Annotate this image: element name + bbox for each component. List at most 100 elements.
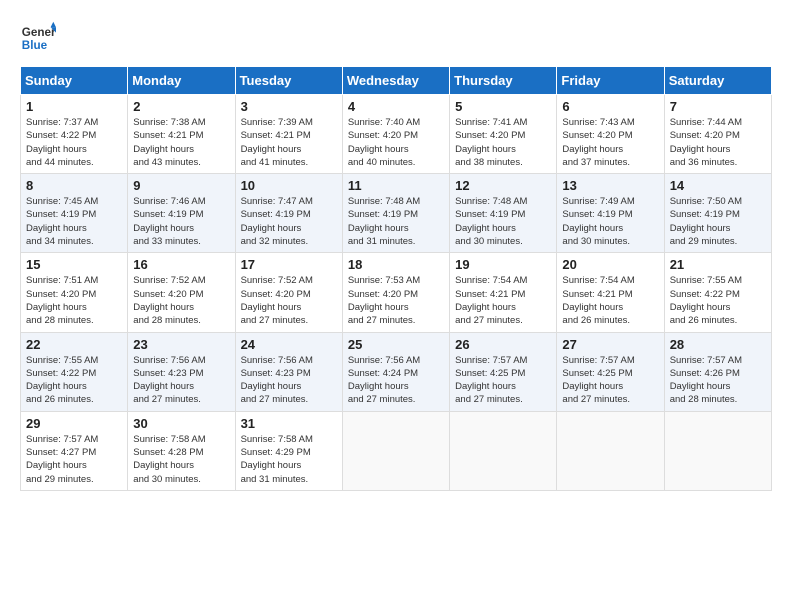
day-info: Sunrise: 7:57 AM Sunset: 4:25 PM Dayligh… [562, 354, 658, 407]
day-info: Sunrise: 7:55 AM Sunset: 4:22 PM Dayligh… [670, 274, 766, 327]
header: General Blue [20, 20, 772, 56]
day-info: Sunrise: 7:57 AM Sunset: 4:27 PM Dayligh… [26, 433, 122, 486]
day-number: 12 [455, 178, 551, 193]
day-number: 23 [133, 337, 229, 352]
week-row-2: 8 Sunrise: 7:45 AM Sunset: 4:19 PM Dayli… [21, 174, 772, 253]
day-number: 31 [241, 416, 337, 431]
day-number: 14 [670, 178, 766, 193]
day-number: 18 [348, 257, 444, 272]
calendar-cell: 3 Sunrise: 7:39 AM Sunset: 4:21 PM Dayli… [235, 95, 342, 174]
day-info: Sunrise: 7:50 AM Sunset: 4:19 PM Dayligh… [670, 195, 766, 248]
calendar-cell: 2 Sunrise: 7:38 AM Sunset: 4:21 PM Dayli… [128, 95, 235, 174]
calendar-cell: 15 Sunrise: 7:51 AM Sunset: 4:20 PM Dayl… [21, 253, 128, 332]
day-number: 22 [26, 337, 122, 352]
day-info: Sunrise: 7:58 AM Sunset: 4:29 PM Dayligh… [241, 433, 337, 486]
calendar-cell [342, 411, 449, 490]
calendar-cell: 9 Sunrise: 7:46 AM Sunset: 4:19 PM Dayli… [128, 174, 235, 253]
calendar-cell: 20 Sunrise: 7:54 AM Sunset: 4:21 PM Dayl… [557, 253, 664, 332]
calendar-cell: 21 Sunrise: 7:55 AM Sunset: 4:22 PM Dayl… [664, 253, 771, 332]
calendar-cell: 26 Sunrise: 7:57 AM Sunset: 4:25 PM Dayl… [450, 332, 557, 411]
day-number: 28 [670, 337, 766, 352]
day-info: Sunrise: 7:48 AM Sunset: 4:19 PM Dayligh… [348, 195, 444, 248]
day-number: 13 [562, 178, 658, 193]
day-number: 19 [455, 257, 551, 272]
calendar-cell: 22 Sunrise: 7:55 AM Sunset: 4:22 PM Dayl… [21, 332, 128, 411]
calendar-cell: 7 Sunrise: 7:44 AM Sunset: 4:20 PM Dayli… [664, 95, 771, 174]
day-number: 25 [348, 337, 444, 352]
day-info: Sunrise: 7:44 AM Sunset: 4:20 PM Dayligh… [670, 116, 766, 169]
calendar-cell: 19 Sunrise: 7:54 AM Sunset: 4:21 PM Dayl… [450, 253, 557, 332]
weekday-header-wednesday: Wednesday [342, 67, 449, 95]
day-info: Sunrise: 7:37 AM Sunset: 4:22 PM Dayligh… [26, 116, 122, 169]
calendar-cell: 24 Sunrise: 7:56 AM Sunset: 4:23 PM Dayl… [235, 332, 342, 411]
calendar-cell: 14 Sunrise: 7:50 AM Sunset: 4:19 PM Dayl… [664, 174, 771, 253]
calendar-cell: 11 Sunrise: 7:48 AM Sunset: 4:19 PM Dayl… [342, 174, 449, 253]
day-info: Sunrise: 7:51 AM Sunset: 4:20 PM Dayligh… [26, 274, 122, 327]
svg-text:Blue: Blue [22, 39, 48, 52]
day-number: 4 [348, 99, 444, 114]
day-number: 15 [26, 257, 122, 272]
day-info: Sunrise: 7:52 AM Sunset: 4:20 PM Dayligh… [241, 274, 337, 327]
day-number: 24 [241, 337, 337, 352]
day-info: Sunrise: 7:39 AM Sunset: 4:21 PM Dayligh… [241, 116, 337, 169]
day-info: Sunrise: 7:40 AM Sunset: 4:20 PM Dayligh… [348, 116, 444, 169]
day-info: Sunrise: 7:58 AM Sunset: 4:28 PM Dayligh… [133, 433, 229, 486]
day-info: Sunrise: 7:54 AM Sunset: 4:21 PM Dayligh… [562, 274, 658, 327]
day-info: Sunrise: 7:49 AM Sunset: 4:19 PM Dayligh… [562, 195, 658, 248]
day-number: 6 [562, 99, 658, 114]
day-info: Sunrise: 7:56 AM Sunset: 4:24 PM Dayligh… [348, 354, 444, 407]
day-number: 2 [133, 99, 229, 114]
calendar-cell: 4 Sunrise: 7:40 AM Sunset: 4:20 PM Dayli… [342, 95, 449, 174]
day-info: Sunrise: 7:55 AM Sunset: 4:22 PM Dayligh… [26, 354, 122, 407]
day-info: Sunrise: 7:53 AM Sunset: 4:20 PM Dayligh… [348, 274, 444, 327]
day-info: Sunrise: 7:38 AM Sunset: 4:21 PM Dayligh… [133, 116, 229, 169]
week-row-1: 1 Sunrise: 7:37 AM Sunset: 4:22 PM Dayli… [21, 95, 772, 174]
calendar-cell [664, 411, 771, 490]
day-number: 10 [241, 178, 337, 193]
day-number: 30 [133, 416, 229, 431]
day-number: 26 [455, 337, 551, 352]
svg-text:General: General [22, 26, 56, 39]
day-number: 7 [670, 99, 766, 114]
calendar-cell: 17 Sunrise: 7:52 AM Sunset: 4:20 PM Dayl… [235, 253, 342, 332]
week-row-5: 29 Sunrise: 7:57 AM Sunset: 4:27 PM Dayl… [21, 411, 772, 490]
calendar-cell: 13 Sunrise: 7:49 AM Sunset: 4:19 PM Dayl… [557, 174, 664, 253]
day-number: 1 [26, 99, 122, 114]
weekday-header-saturday: Saturday [664, 67, 771, 95]
calendar-cell [557, 411, 664, 490]
day-number: 27 [562, 337, 658, 352]
calendar-cell: 8 Sunrise: 7:45 AM Sunset: 4:19 PM Dayli… [21, 174, 128, 253]
calendar-cell: 5 Sunrise: 7:41 AM Sunset: 4:20 PM Dayli… [450, 95, 557, 174]
calendar-cell: 28 Sunrise: 7:57 AM Sunset: 4:26 PM Dayl… [664, 332, 771, 411]
day-number: 29 [26, 416, 122, 431]
weekday-header-thursday: Thursday [450, 67, 557, 95]
day-number: 11 [348, 178, 444, 193]
day-number: 3 [241, 99, 337, 114]
weekday-header-tuesday: Tuesday [235, 67, 342, 95]
day-info: Sunrise: 7:56 AM Sunset: 4:23 PM Dayligh… [241, 354, 337, 407]
day-number: 5 [455, 99, 551, 114]
calendar-cell: 30 Sunrise: 7:58 AM Sunset: 4:28 PM Dayl… [128, 411, 235, 490]
day-info: Sunrise: 7:47 AM Sunset: 4:19 PM Dayligh… [241, 195, 337, 248]
calendar-cell: 6 Sunrise: 7:43 AM Sunset: 4:20 PM Dayli… [557, 95, 664, 174]
calendar-cell: 1 Sunrise: 7:37 AM Sunset: 4:22 PM Dayli… [21, 95, 128, 174]
calendar-cell: 31 Sunrise: 7:58 AM Sunset: 4:29 PM Dayl… [235, 411, 342, 490]
calendar-cell: 29 Sunrise: 7:57 AM Sunset: 4:27 PM Dayl… [21, 411, 128, 490]
week-row-4: 22 Sunrise: 7:55 AM Sunset: 4:22 PM Dayl… [21, 332, 772, 411]
calendar-cell: 25 Sunrise: 7:56 AM Sunset: 4:24 PM Dayl… [342, 332, 449, 411]
calendar-cell: 18 Sunrise: 7:53 AM Sunset: 4:20 PM Dayl… [342, 253, 449, 332]
day-info: Sunrise: 7:43 AM Sunset: 4:20 PM Dayligh… [562, 116, 658, 169]
day-info: Sunrise: 7:41 AM Sunset: 4:20 PM Dayligh… [455, 116, 551, 169]
day-info: Sunrise: 7:52 AM Sunset: 4:20 PM Dayligh… [133, 274, 229, 327]
day-number: 9 [133, 178, 229, 193]
day-info: Sunrise: 7:56 AM Sunset: 4:23 PM Dayligh… [133, 354, 229, 407]
day-info: Sunrise: 7:54 AM Sunset: 4:21 PM Dayligh… [455, 274, 551, 327]
calendar-table: SundayMondayTuesdayWednesdayThursdayFrid… [20, 66, 772, 491]
day-info: Sunrise: 7:57 AM Sunset: 4:26 PM Dayligh… [670, 354, 766, 407]
calendar-cell: 10 Sunrise: 7:47 AM Sunset: 4:19 PM Dayl… [235, 174, 342, 253]
weekday-header-sunday: Sunday [21, 67, 128, 95]
week-row-3: 15 Sunrise: 7:51 AM Sunset: 4:20 PM Dayl… [21, 253, 772, 332]
day-info: Sunrise: 7:46 AM Sunset: 4:19 PM Dayligh… [133, 195, 229, 248]
day-info: Sunrise: 7:57 AM Sunset: 4:25 PM Dayligh… [455, 354, 551, 407]
weekday-header-monday: Monday [128, 67, 235, 95]
